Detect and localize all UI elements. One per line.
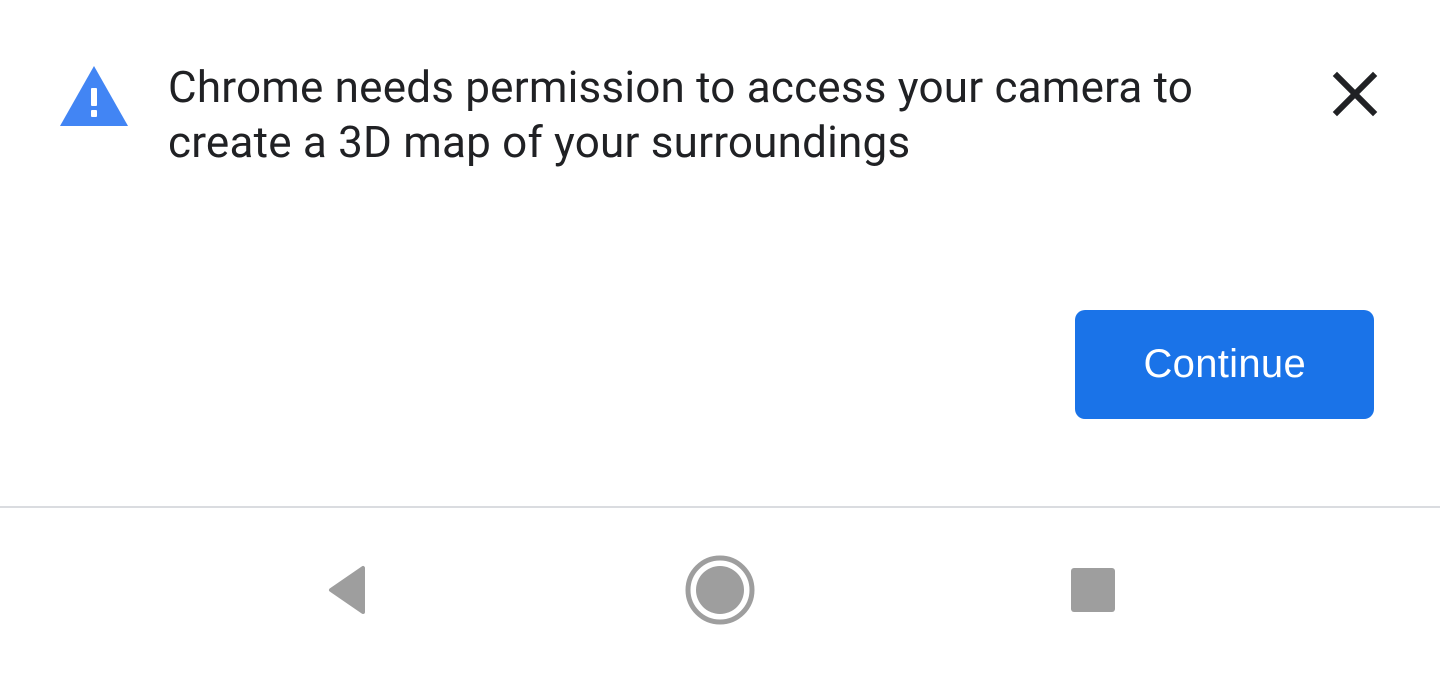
close-icon xyxy=(1331,70,1379,121)
close-button[interactable] xyxy=(1330,70,1380,120)
nav-recent-button[interactable] xyxy=(1053,551,1133,631)
warning-icon xyxy=(60,66,128,126)
dialog-actions: Continue xyxy=(60,310,1380,419)
home-circle-icon xyxy=(685,555,755,628)
recent-square-icon xyxy=(1063,560,1123,623)
android-nav-bar xyxy=(0,506,1440,674)
back-triangle-icon xyxy=(317,560,377,623)
permission-dialog: Chrome needs permission to access your c… xyxy=(0,0,1440,419)
nav-back-button[interactable] xyxy=(307,551,387,631)
nav-home-button[interactable] xyxy=(680,551,760,631)
continue-button[interactable]: Continue xyxy=(1075,310,1374,419)
dialog-title: Chrome needs permission to access your c… xyxy=(168,60,1270,170)
dialog-header: Chrome needs permission to access your c… xyxy=(60,60,1380,170)
